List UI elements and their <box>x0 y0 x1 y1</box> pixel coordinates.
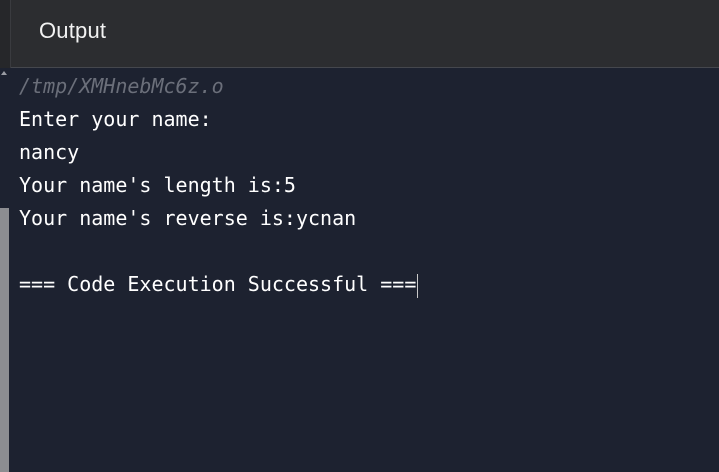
console-line-status: === Code Execution Successful === <box>19 268 719 301</box>
scroll-up-icon[interactable] <box>1 71 7 75</box>
header-left-gutter <box>0 0 11 68</box>
output-panel: Output /tmp/XMHnebMc6z.o Enter your name… <box>0 0 719 472</box>
execution-status-text: === Code Execution Successful === <box>19 272 417 296</box>
console-line: nancy <box>19 140 80 164</box>
console-output: /tmp/XMHnebMc6z.o Enter your name: nancy… <box>19 70 719 301</box>
console-line: Your name's length is:5 <box>19 173 296 197</box>
text-cursor <box>417 273 419 298</box>
output-header: Output <box>0 0 719 68</box>
output-title: Output <box>39 18 107 43</box>
console-line: Your name's reverse is:ycnan <box>19 206 357 230</box>
vertical-scrollbar[interactable] <box>0 68 11 472</box>
console-line: Enter your name: <box>19 107 212 131</box>
compiled-file-path: /tmp/XMHnebMc6z.o <box>19 74 224 98</box>
scrollbar-thumb[interactable] <box>0 208 9 472</box>
